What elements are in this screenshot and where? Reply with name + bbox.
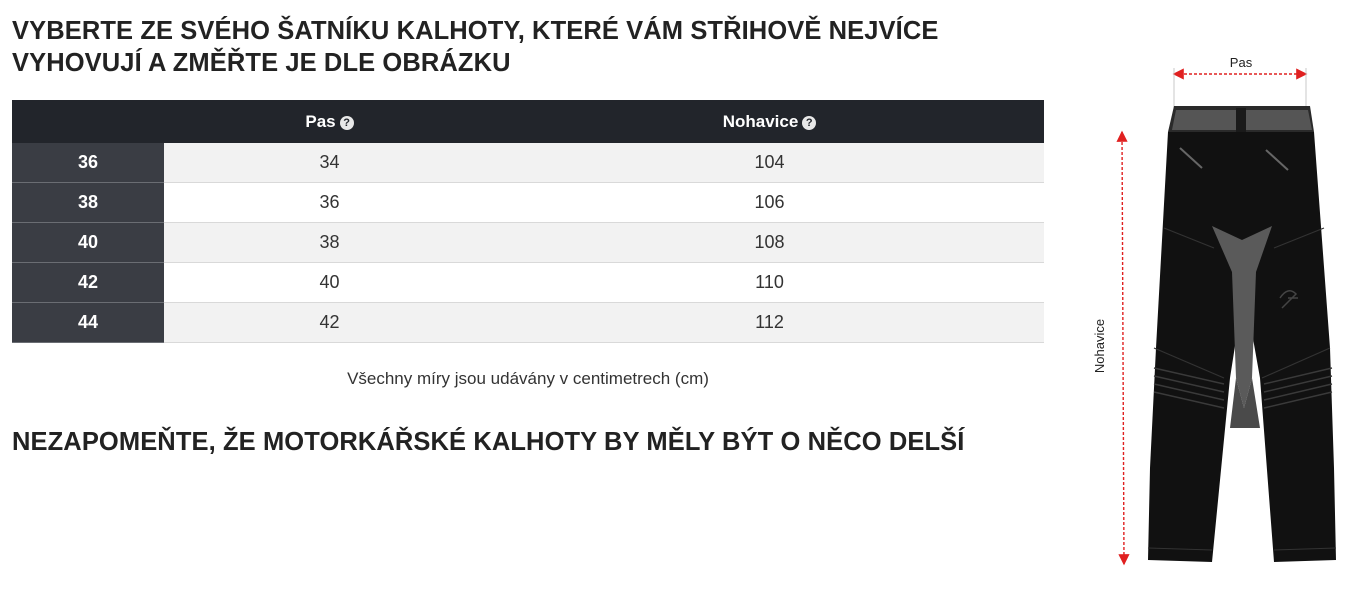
table-row: 42 40 110 <box>12 262 1044 303</box>
size-cell: 38 <box>12 182 164 223</box>
help-icon[interactable]: ? <box>339 115 354 130</box>
table-row: 38 36 106 <box>12 182 1044 223</box>
nohavice-column-label: Nohavice <box>722 111 799 131</box>
pas-cell: 42 <box>164 302 495 343</box>
nohavice-column-header: Nohavice? <box>495 100 1044 143</box>
measurement-diagram: Pas Nohavice <box>1084 48 1369 578</box>
waist-label: Pas <box>1230 55 1253 70</box>
nohavice-cell: 108 <box>495 222 1044 263</box>
pas-cell: 34 <box>164 143 495 183</box>
nohavice-cell: 104 <box>495 143 1044 183</box>
nohavice-cell: 112 <box>495 302 1044 343</box>
size-column-header <box>12 100 164 143</box>
help-icon[interactable]: ? <box>802 115 817 130</box>
table-row: 40 38 108 <box>12 222 1044 263</box>
reminder-heading: NEZAPOMEŇTE, ŽE MOTORKÁŘSKÉ KALHOTY BY M… <box>12 428 965 456</box>
size-cell: 40 <box>12 222 164 263</box>
pas-column-label: Pas <box>305 111 336 131</box>
pas-cell: 40 <box>164 262 495 303</box>
trousers-shape <box>1147 106 1337 562</box>
trousers-illustration: Pas Nohavice <box>1092 55 1337 566</box>
table-header-row: Pas? Nohavice? <box>12 100 1044 143</box>
table-row: 44 42 112 <box>12 302 1044 343</box>
size-cell: 36 <box>12 143 164 183</box>
length-label: Nohavice <box>1092 319 1107 373</box>
table-row: 36 34 104 <box>12 143 1044 183</box>
nohavice-cell: 110 <box>495 262 1044 303</box>
unit-note: Všechny míry jsou udávány v centimetrech… <box>347 369 709 388</box>
size-table: Pas? Nohavice? 36 34 104 38 36 106 40 38 <box>12 100 1044 343</box>
nohavice-cell: 106 <box>495 182 1044 223</box>
pas-column-header: Pas? <box>164 100 495 143</box>
pas-cell: 36 <box>164 182 495 223</box>
size-cell: 42 <box>12 262 164 303</box>
pas-cell: 38 <box>164 222 495 263</box>
intro-heading: VYBERTE ZE SVÉHO ŠATNÍKU KALHOTY, KTERÉ … <box>12 17 939 77</box>
size-cell: 44 <box>12 302 164 343</box>
length-arrow <box>1116 130 1130 566</box>
